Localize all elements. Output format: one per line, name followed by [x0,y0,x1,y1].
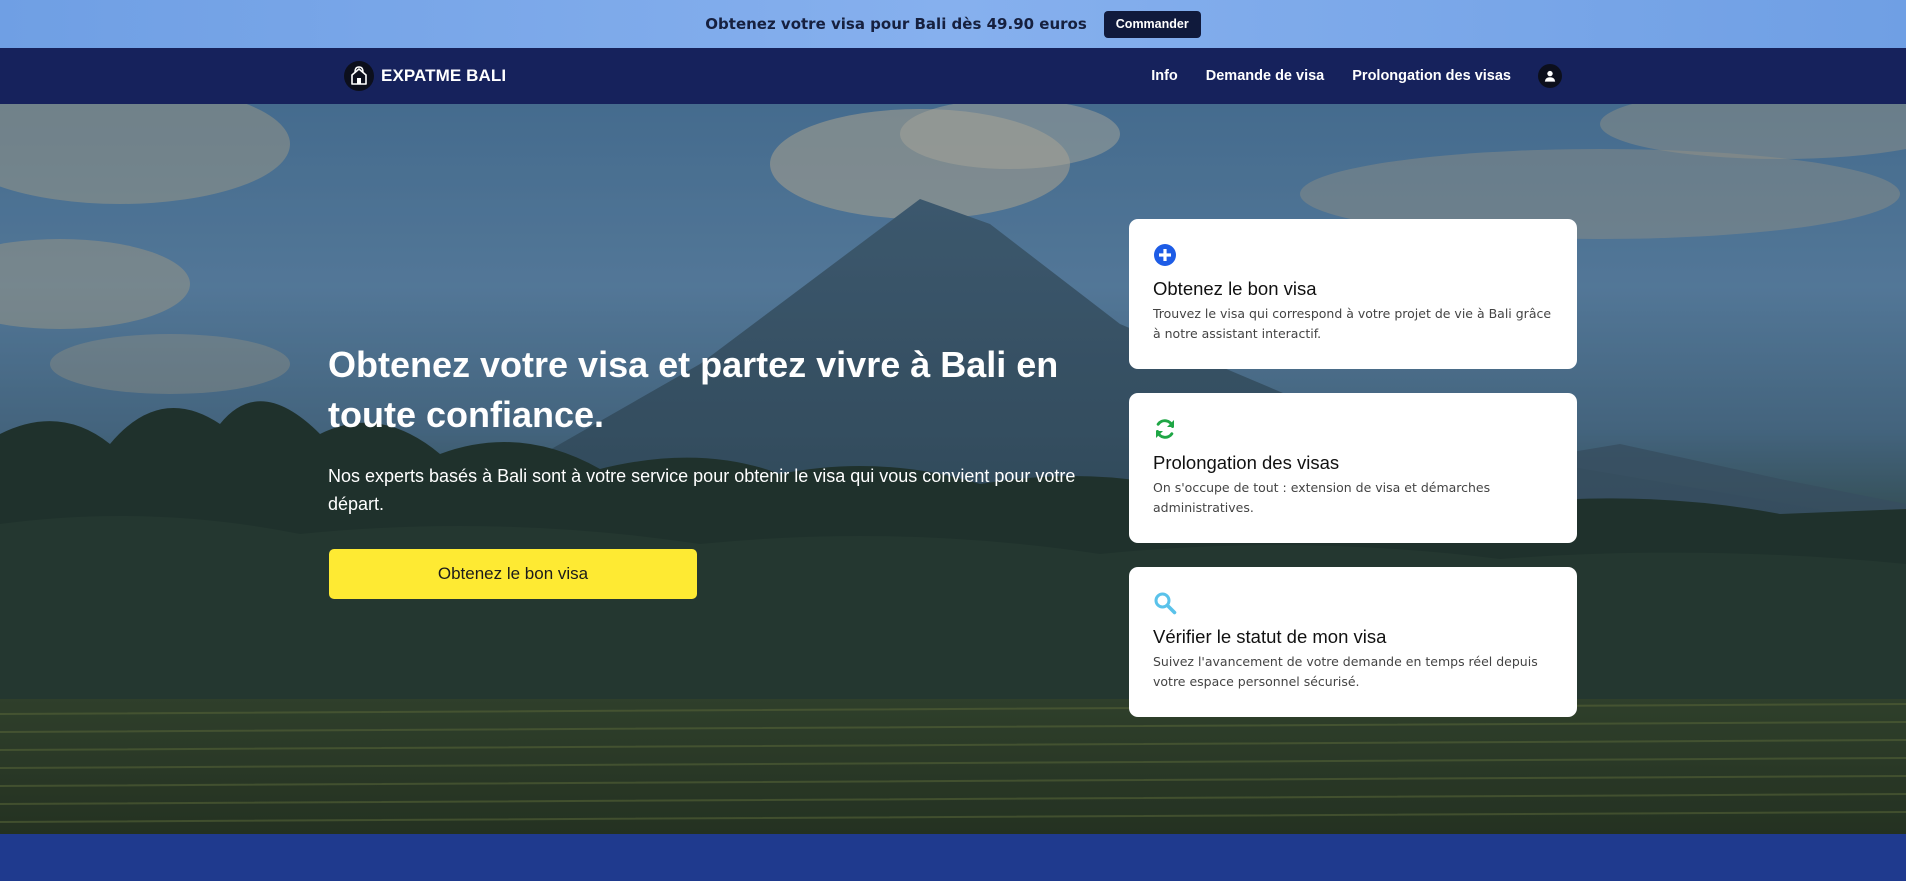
nav-link-visa-extension[interactable]: Prolongation des visas [1352,68,1511,84]
order-button[interactable]: Commander [1103,10,1201,38]
card-get-visa[interactable]: Obtenez le bon visa Trouvez le visa qui … [1129,219,1577,369]
nav-links: Info Demande de visa Prolongation des vi… [1151,48,1562,104]
get-visa-button[interactable]: Obtenez le bon visa [329,549,697,599]
logo[interactable]: EXPATME BALI [344,61,506,91]
promo-text: Obtenez votre visa pour Bali dès 49.90 e… [705,15,1087,33]
card-description: On s'occupe de tout : extension de visa … [1153,480,1491,515]
footer-band [0,834,1906,881]
card-title: Prolongation des visas [1153,452,1340,473]
hero-title: Obtenez votre visa et partez vivre à Bal… [328,344,1059,435]
house-logo-icon [344,61,374,91]
plus-circle-icon [1154,244,1176,266]
card-description: Suivez l'avancement de votre demande en … [1153,654,1538,689]
logo-text: EXPATME BALI [381,66,507,85]
search-icon [1154,592,1177,615]
promo-banner: Obtenez votre visa pour Bali dès 49.90 e… [0,0,1906,48]
card-description: Trouvez le visa qui correspond à votre p… [1153,306,1552,341]
hero-subtitle: Nos experts basés à Bali sont à votre se… [328,466,1076,514]
nav-link-visa-request[interactable]: Demande de visa [1206,68,1324,84]
card-visa-status[interactable]: Vérifier le statut de mon visa Suivez l'… [1129,567,1577,717]
card-title: Vérifier le statut de mon visa [1153,626,1387,647]
nav-link-info[interactable]: Info [1151,68,1178,84]
card-title: Obtenez le bon visa [1153,278,1317,299]
top-navbar: EXPATME BALI Info Demande de visa Prolon… [0,48,1906,104]
refresh-icon [1156,419,1174,439]
user-icon[interactable] [1538,64,1562,88]
hero-section: Obtenez votre visa et partez vivre à Bal… [0,104,1906,834]
card-visa-extension[interactable]: Prolongation des visas On s'occupe de to… [1129,393,1577,543]
